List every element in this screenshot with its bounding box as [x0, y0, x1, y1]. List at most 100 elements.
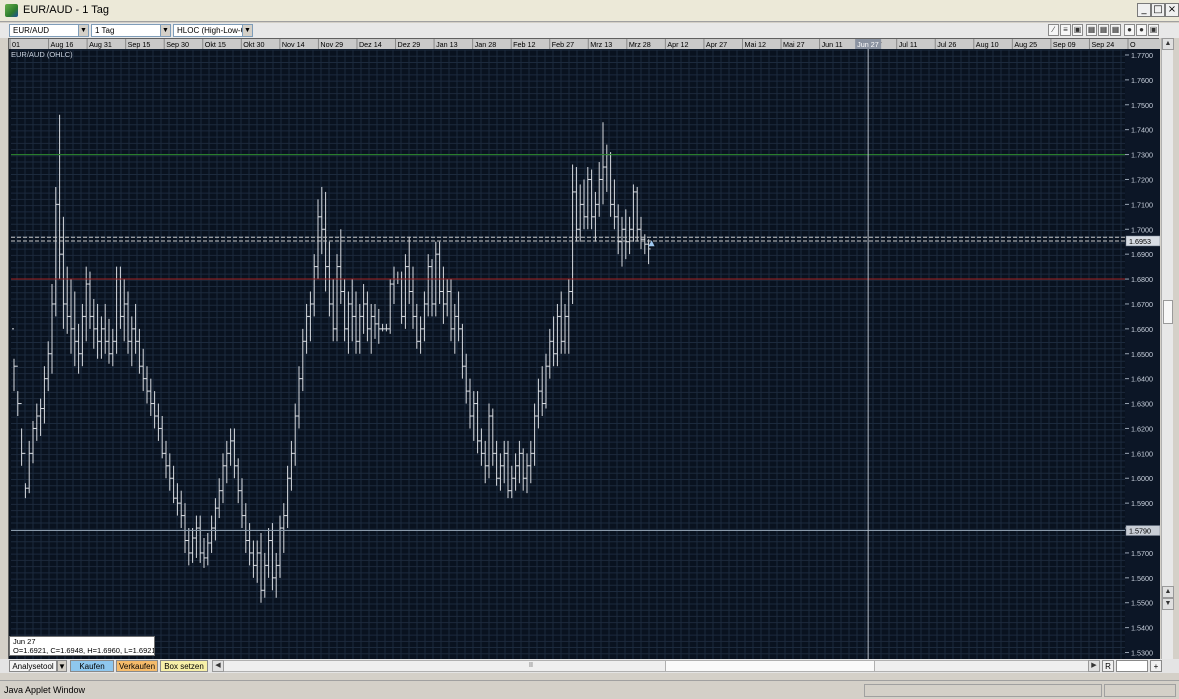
- date-tick-label: Jul 11: [899, 40, 918, 49]
- date-tick-label: Dez 29: [398, 40, 421, 49]
- maximize-icon[interactable]: □: [1151, 3, 1165, 17]
- chevron-down-icon[interactable]: ▼: [160, 25, 170, 36]
- price-tick-label: 1.7200: [1131, 175, 1153, 184]
- price-tick-label: 1.5700: [1131, 549, 1153, 558]
- date-tick-label: Sep 24: [1091, 40, 1114, 49]
- cursor-date-label: Jun 27: [857, 40, 879, 49]
- price-tick-label: 1.6600: [1131, 325, 1153, 334]
- status-cell-secondary: [1104, 684, 1176, 697]
- price-tick-label: 1.5400: [1131, 624, 1153, 633]
- draw-line-icon[interactable]: ∕: [1048, 24, 1059, 36]
- chart-toolbar: EUR/AUD ▼ 1 Tag ▼ HLOC (High-Low-Op ▼ ∕ …: [0, 23, 1179, 38]
- horizontal-scrollbar[interactable]: ◀ II ▶: [212, 660, 1100, 672]
- date-tick-label: Mrz 28: [629, 40, 651, 49]
- price-chart[interactable]: 01 Aug 16 Aug 31 Sep 15 Sep 30 Okt 15 Okt 30 No…: [9, 39, 1160, 660]
- price-tick-label: 1.6500: [1131, 350, 1153, 359]
- scroll-right-end-button[interactable]: R: [1102, 660, 1114, 672]
- date-tick-label: Apr 27: [706, 40, 727, 49]
- date-tick-label: Aug 31: [89, 40, 112, 49]
- chart-area[interactable]: 01 Aug 16 Aug 31 Sep 15 Sep 30 Okt 15 Okt 30 No…: [8, 38, 1160, 660]
- info-box-values: O=1.6921, C=1.6948, H=1.6960, L=1.6921: [13, 646, 155, 655]
- date-tick-label: Mai 27: [783, 40, 805, 49]
- chevron-down-icon[interactable]: ▼: [242, 25, 252, 36]
- price-tick-label: 1.6900: [1131, 250, 1153, 259]
- vertical-scroll-thumb[interactable]: [1163, 300, 1173, 324]
- horizontal-scroll-thumb[interactable]: [665, 661, 875, 671]
- date-tick-label: 01: [12, 40, 20, 49]
- title-bar: EUR/AUD - 1 Tag _ □ ×: [0, 0, 1179, 22]
- sell-button[interactable]: Verkaufen: [116, 660, 158, 672]
- price-tick-label: 1.6400: [1131, 375, 1153, 384]
- price-tick-label: 1.5500: [1131, 599, 1153, 608]
- indicator-list-icon[interactable]: ≡: [1060, 24, 1071, 36]
- price-tick-label: 1.7500: [1131, 101, 1153, 110]
- vertical-scrollbar[interactable]: ▲ ▲ ▼: [1161, 38, 1174, 659]
- price-tick-label: 1.6200: [1131, 424, 1153, 433]
- date-tick-label: Okt 15: [205, 40, 226, 49]
- refresh-icon[interactable]: ●: [1124, 24, 1135, 36]
- list-view-icon[interactable]: ▦: [1110, 24, 1121, 36]
- analysis-tool-button[interactable]: Analysetool: [9, 660, 57, 672]
- date-tick-label: Aug 16: [51, 40, 74, 49]
- date-tick-label: Sep 30: [166, 40, 189, 49]
- chart-type-select-value: HLOC (High-Low-Op: [177, 26, 252, 35]
- date-tick-label: Feb 27: [552, 40, 574, 49]
- zoom-input[interactable]: [1116, 660, 1148, 672]
- date-tick-label: Sep 09: [1053, 40, 1076, 49]
- series-label: EUR/AUD (OHLC): [11, 50, 73, 59]
- price-tick-label: 1.5600: [1131, 574, 1153, 583]
- date-tick-label: Apr 12: [667, 40, 688, 49]
- scroll-right-icon[interactable]: ▶: [1088, 660, 1100, 672]
- scroll-down-icon[interactable]: ▼: [1162, 598, 1174, 610]
- price-tick-label: 1.7700: [1131, 51, 1153, 60]
- window-title: EUR/AUD - 1 Tag: [23, 4, 109, 16]
- date-tick-label: Aug 25: [1014, 40, 1037, 49]
- date-tick-label: Dez 14: [359, 40, 382, 49]
- scroll-up-small-icon[interactable]: ▲: [1162, 586, 1174, 598]
- price-tick-label: 1.5900: [1131, 499, 1153, 508]
- buy-button[interactable]: Kaufen: [70, 660, 114, 672]
- price-tick-label: 1.7300: [1131, 151, 1153, 160]
- date-tick-label: O: [1130, 40, 1136, 49]
- date-tick-label: Jul 26: [937, 40, 956, 49]
- status-text: Java Applet Window: [4, 685, 86, 695]
- date-tick-label: Aug 10: [976, 40, 999, 49]
- price-tick-label: 1.6000: [1131, 474, 1153, 483]
- scroll-left-icon[interactable]: ◀: [212, 660, 224, 672]
- chevron-down-icon[interactable]: ▼: [78, 25, 88, 36]
- ohlc-info-box: Jun 27 O=1.6921, C=1.6948, H=1.6960, L=1…: [9, 636, 155, 656]
- price-tick-label: 1.7400: [1131, 126, 1153, 135]
- scroll-grip-icon: II: [529, 662, 533, 669]
- status-cell-main: [864, 684, 1102, 697]
- price-tick-label: 1.5300: [1131, 649, 1153, 658]
- price-tick-label: 1.6700: [1131, 300, 1153, 309]
- date-tick-label: Jan 13: [436, 40, 458, 49]
- settings-icon[interactable]: ●: [1136, 24, 1147, 36]
- symbol-select[interactable]: EUR/AUD ▼: [9, 24, 89, 37]
- scroll-up-icon[interactable]: ▲: [1162, 38, 1174, 50]
- price-marker-label: 1.5790: [1129, 527, 1151, 536]
- symbol-select-value: EUR/AUD: [13, 26, 50, 35]
- info-box-date: Jun 27: [13, 637, 36, 646]
- chevron-down-icon[interactable]: ▼: [57, 660, 67, 672]
- grid-view-icon[interactable]: ▦: [1098, 24, 1109, 36]
- bottom-action-bar: Analysetool ▼ Kaufen Verkaufen Box setze…: [0, 659, 1179, 673]
- interval-select[interactable]: 1 Tag ▼: [91, 24, 171, 37]
- date-tick-label: Feb 12: [513, 40, 535, 49]
- date-tick-label: Okt 30: [243, 40, 264, 49]
- app-window: EUR/AUD - 1 Tag _ □ × EUR/AUD ▼ 1 Tag ▼ …: [0, 0, 1179, 699]
- export-icon[interactable]: ▣: [1148, 24, 1159, 36]
- status-bar: Java Applet Window: [0, 680, 1179, 699]
- date-tick-label: Mrz 13: [590, 40, 612, 49]
- date-tick-label: Nov 14: [282, 40, 305, 49]
- price-marker-label: 1.6953: [1129, 237, 1151, 246]
- set-box-button[interactable]: Box setzen: [160, 660, 208, 672]
- price-tick-label: 1.7600: [1131, 76, 1153, 85]
- minimize-icon[interactable]: _: [1137, 3, 1151, 17]
- zoom-in-button[interactable]: +: [1150, 660, 1162, 672]
- table-view-icon[interactable]: ▦: [1086, 24, 1097, 36]
- chart-type-select[interactable]: HLOC (High-Low-Op ▼: [173, 24, 253, 37]
- date-tick-label: Jun 11: [822, 40, 843, 49]
- close-icon[interactable]: ×: [1165, 3, 1179, 17]
- layout-icon[interactable]: ▣: [1072, 24, 1083, 36]
